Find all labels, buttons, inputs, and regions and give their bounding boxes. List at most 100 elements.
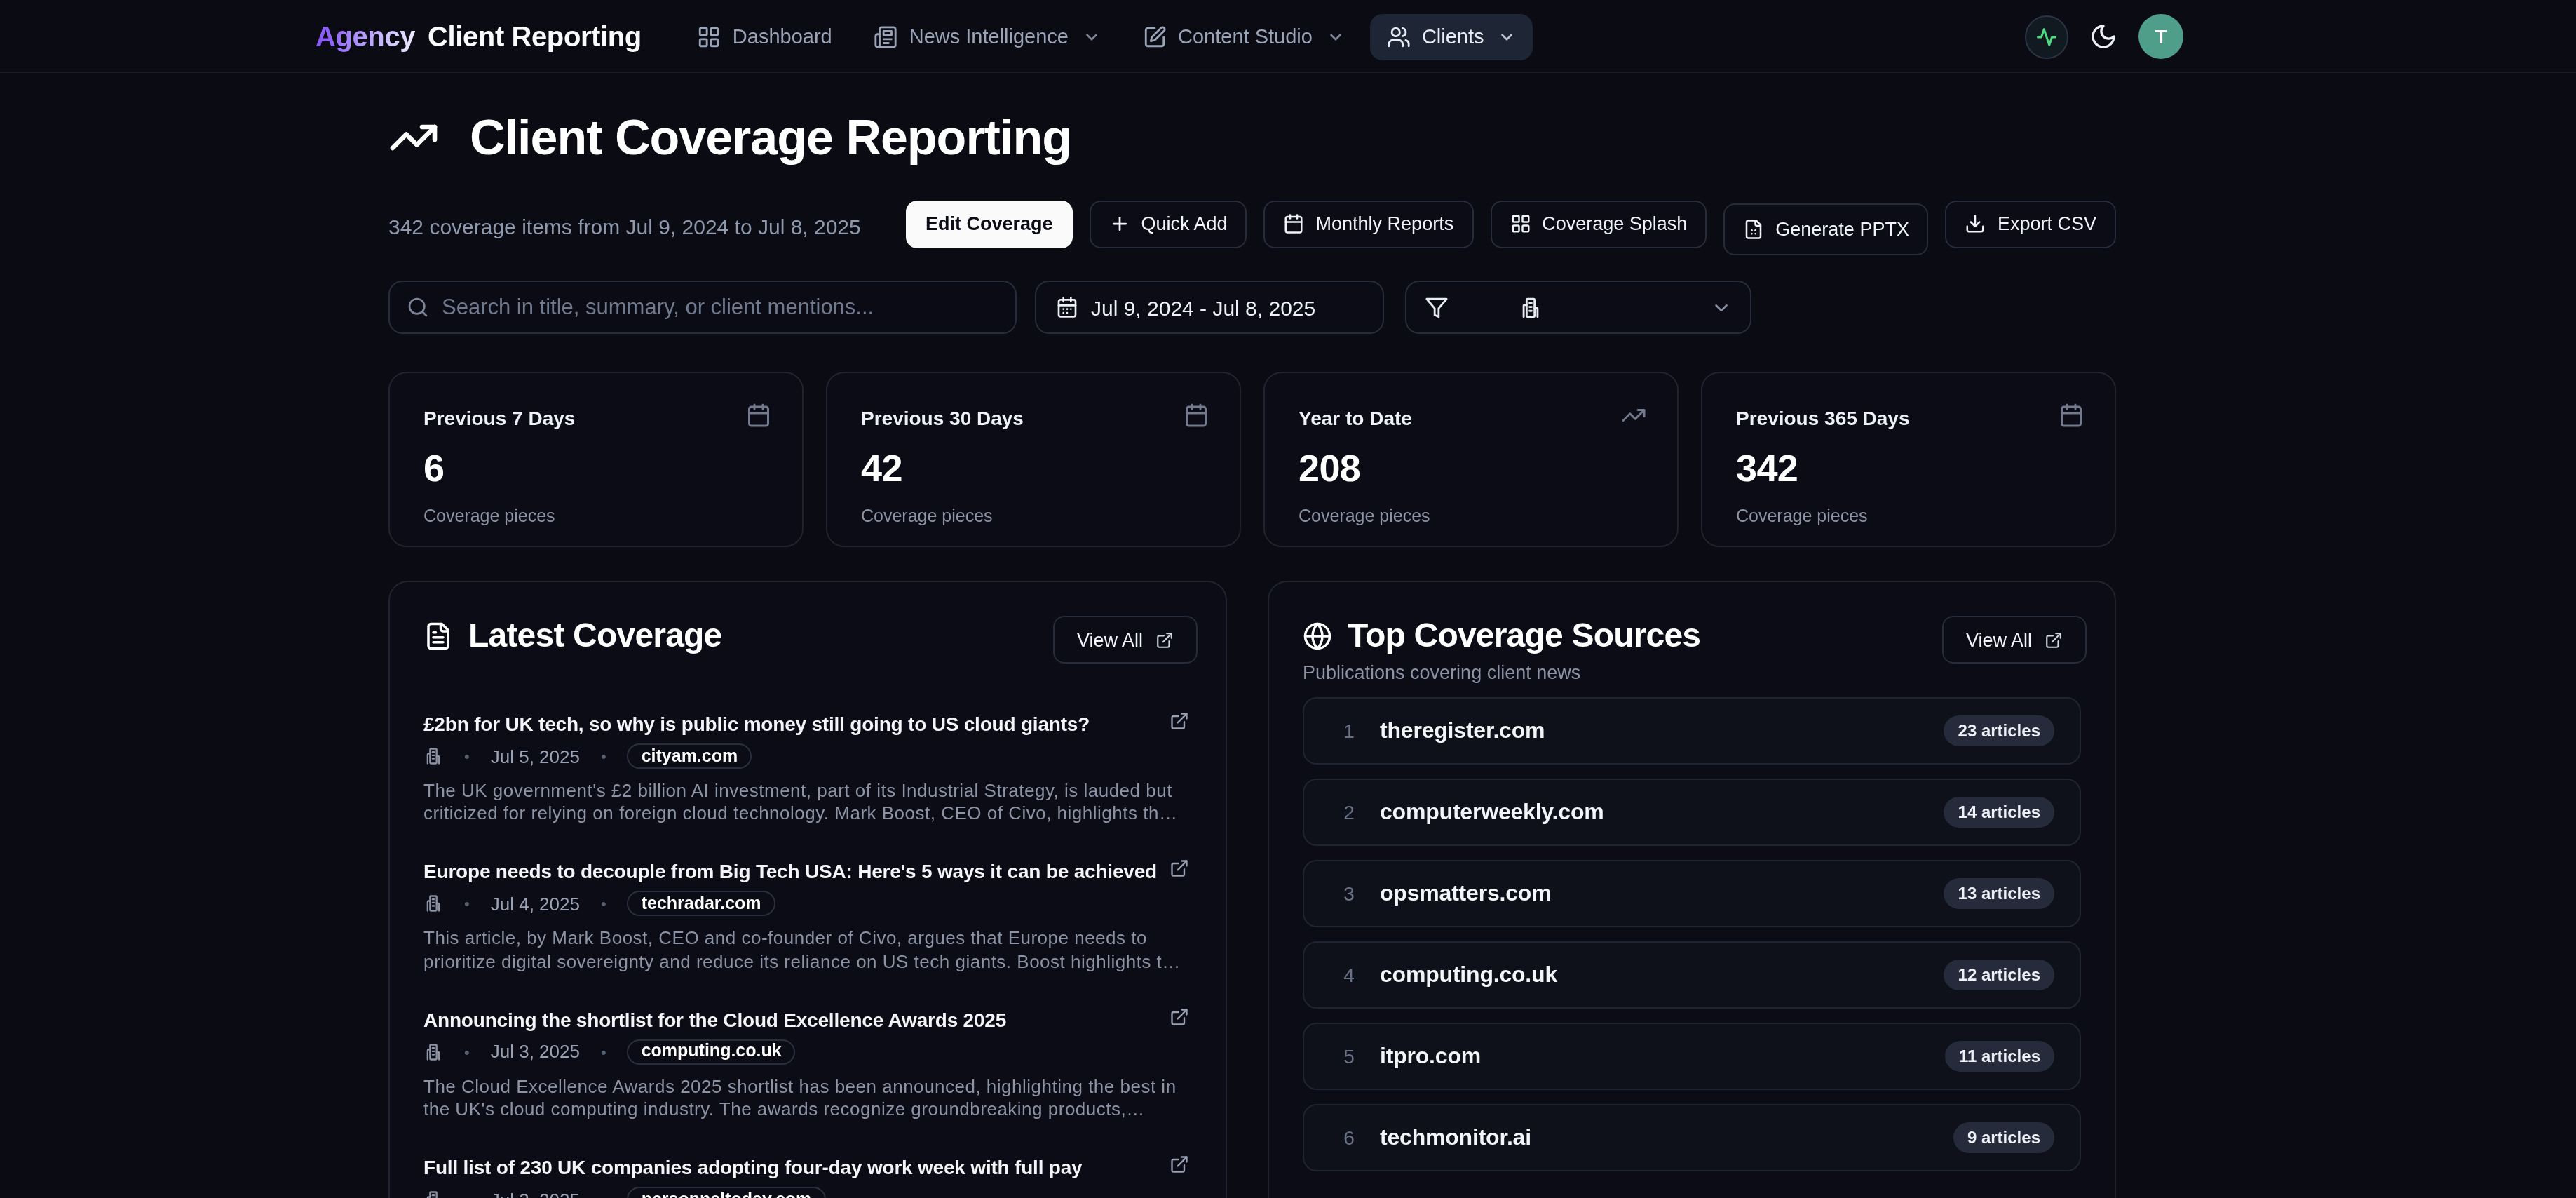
avatar-initial: T bbox=[2155, 25, 2167, 48]
coverage-summary-text: 342 coverage items from Jul 9, 2024 to J… bbox=[388, 214, 861, 238]
nav-item-content-studio[interactable]: Content Studio bbox=[1126, 13, 1362, 60]
nav-item-clients[interactable]: Clients bbox=[1370, 13, 1533, 60]
search-icon bbox=[407, 296, 429, 318]
building-icon bbox=[423, 746, 443, 766]
download-icon bbox=[1965, 213, 1986, 234]
top-sources-subtitle: Publications covering client news bbox=[1303, 662, 1918, 683]
filter-row: Jul 9, 2024 - Jul 8, 2025 bbox=[388, 281, 2116, 334]
stat-value: 42 bbox=[861, 449, 1206, 488]
article-item[interactable]: Europe needs to decouple from Big Tech U… bbox=[423, 859, 1192, 974]
export-csv-button[interactable]: Export CSV bbox=[1946, 200, 2116, 248]
page-title: Client Coverage Reporting bbox=[470, 109, 1071, 166]
article-source-badge[interactable]: personneltoday.com bbox=[628, 1187, 826, 1198]
latest-coverage-header: Latest Coverage View All bbox=[423, 616, 1192, 655]
panels-row: Latest Coverage View All £2bn for UK tec… bbox=[388, 581, 2116, 1198]
article-title: Announcing the shortlist for the Cloud E… bbox=[423, 1007, 1192, 1032]
quick-add-button[interactable]: Quick Add bbox=[1089, 200, 1247, 248]
stat-sublabel: Coverage pieces bbox=[423, 505, 768, 527]
article-item[interactable]: Announcing the shortlist for the Cloud E… bbox=[423, 1007, 1192, 1122]
grid-icon bbox=[1510, 213, 1531, 234]
view-all-label: View All bbox=[1077, 629, 1143, 650]
latest-view-all-button[interactable]: View All bbox=[1053, 616, 1198, 664]
external-link-icon bbox=[1155, 631, 1174, 649]
generate-pptx-button[interactable]: Generate PPTX bbox=[1723, 203, 1929, 255]
generate-pptx-label: Generate PPTX bbox=[1775, 218, 1909, 239]
source-row[interactable]: 5 itpro.com 11 articles bbox=[1303, 1023, 2081, 1090]
globe-icon bbox=[1303, 621, 1332, 650]
search-input[interactable] bbox=[442, 295, 998, 320]
dot-separator: • bbox=[464, 1044, 470, 1061]
stat-label: Previous 365 Days bbox=[1736, 404, 2081, 432]
stat-label: Previous 30 Days bbox=[861, 404, 1206, 432]
stat-card-30-days: Previous 30 Days 42 Coverage pieces bbox=[826, 372, 1241, 547]
source-row[interactable]: 6 techmonitor.ai 9 articles bbox=[1303, 1104, 2081, 1171]
external-link-icon[interactable] bbox=[1170, 711, 1189, 731]
articles-list: £2bn for UK tech, so why is public money… bbox=[423, 711, 1192, 1198]
article-date: Jul 5, 2025 bbox=[491, 746, 580, 767]
dot-separator: • bbox=[464, 1191, 470, 1198]
stat-card-ytd: Year to Date 208 Coverage pieces bbox=[1263, 372, 1679, 547]
avatar[interactable]: T bbox=[2138, 14, 2183, 59]
source-rank: 2 bbox=[1335, 801, 1363, 823]
source-row[interactable]: 1 theregister.com 23 articles bbox=[1303, 697, 2081, 765]
coverage-splash-button[interactable]: Coverage Splash bbox=[1490, 200, 1707, 248]
plus-icon bbox=[1109, 213, 1130, 234]
dashboard-grid-icon bbox=[698, 25, 721, 48]
article-item[interactable]: Full list of 230 UK companies adopting f… bbox=[423, 1155, 1192, 1198]
chevron-down-icon bbox=[1083, 27, 1101, 46]
client-filter-select[interactable] bbox=[1405, 281, 1751, 334]
trending-up-icon bbox=[388, 112, 439, 163]
article-source-badge[interactable]: cityam.com bbox=[628, 743, 752, 769]
source-rows: 1 theregister.com 23 articles 2 computer… bbox=[1303, 697, 2081, 1171]
article-item[interactable]: £2bn for UK tech, so why is public money… bbox=[423, 711, 1192, 826]
source-domain: itpro.com bbox=[1380, 1044, 1481, 1069]
monthly-reports-label: Monthly Reports bbox=[1316, 213, 1454, 234]
source-article-count: 9 articles bbox=[1953, 1122, 2054, 1153]
moon-icon bbox=[2089, 22, 2117, 51]
export-csv-label: Export CSV bbox=[1998, 213, 2096, 234]
brand-rest: Client Reporting bbox=[428, 20, 642, 53]
sources-view-all-button[interactable]: View All bbox=[1942, 616, 2087, 664]
dot-separator: • bbox=[601, 1044, 606, 1061]
source-rank: 5 bbox=[1335, 1045, 1363, 1068]
nav-item-dashboard[interactable]: Dashboard bbox=[681, 13, 849, 60]
building-icon bbox=[423, 1190, 443, 1198]
monthly-reports-button[interactable]: Monthly Reports bbox=[1264, 200, 1474, 248]
stat-sublabel: Coverage pieces bbox=[861, 505, 1206, 527]
source-rank: 6 bbox=[1335, 1126, 1363, 1149]
source-article-count: 23 articles bbox=[1944, 715, 2054, 746]
stat-label: Previous 7 Days bbox=[423, 404, 768, 432]
dot-separator: • bbox=[464, 896, 470, 913]
source-domain: techmonitor.ai bbox=[1380, 1125, 1531, 1150]
source-row[interactable]: 2 computerweekly.com 14 articles bbox=[1303, 779, 2081, 846]
external-link-icon[interactable] bbox=[1170, 1007, 1189, 1027]
article-source-badge[interactable]: techradar.com bbox=[628, 891, 775, 917]
source-row[interactable]: 3 opsmatters.com 13 articles bbox=[1303, 860, 2081, 927]
article-title: Full list of 230 UK companies adopting f… bbox=[423, 1155, 1192, 1180]
nav-item-news-intelligence[interactable]: News Intelligence bbox=[857, 13, 1118, 60]
activity-status-button[interactable] bbox=[2025, 15, 2068, 58]
nav-item-label: Content Studio bbox=[1178, 25, 1313, 48]
external-link-icon[interactable] bbox=[1170, 1155, 1189, 1174]
newspaper-icon bbox=[874, 25, 898, 48]
stat-value: 6 bbox=[423, 449, 768, 488]
date-range-button[interactable]: Jul 9, 2024 - Jul 8, 2025 bbox=[1035, 281, 1384, 334]
dark-mode-toggle[interactable] bbox=[2089, 22, 2117, 51]
main-content: Client Coverage Reporting 342 coverage i… bbox=[388, 73, 2116, 1198]
article-title: £2bn for UK tech, so why is public money… bbox=[423, 711, 1192, 736]
source-article-count: 12 articles bbox=[1944, 960, 2054, 990]
source-row[interactable]: 4 computing.co.uk 12 articles bbox=[1303, 941, 2081, 1009]
external-link-icon[interactable] bbox=[1170, 859, 1189, 879]
nav-item-label: Clients bbox=[1422, 25, 1484, 48]
brand-logo[interactable]: Agency Client Reporting bbox=[316, 20, 642, 53]
building-icon bbox=[423, 1042, 443, 1062]
article-source-badge[interactable]: computing.co.uk bbox=[628, 1039, 796, 1065]
article-date: Jul 2, 2025 bbox=[491, 1189, 580, 1198]
building-icon bbox=[423, 894, 443, 914]
dot-separator: • bbox=[464, 748, 470, 765]
source-rank: 3 bbox=[1335, 882, 1363, 905]
article-title: Europe needs to decouple from Big Tech U… bbox=[423, 859, 1192, 884]
source-article-count: 14 articles bbox=[1944, 797, 2054, 828]
top-nav: Agency Client Reporting Dashboard News I… bbox=[0, 0, 2576, 73]
edit-coverage-button[interactable]: Edit Coverage bbox=[906, 200, 1073, 248]
